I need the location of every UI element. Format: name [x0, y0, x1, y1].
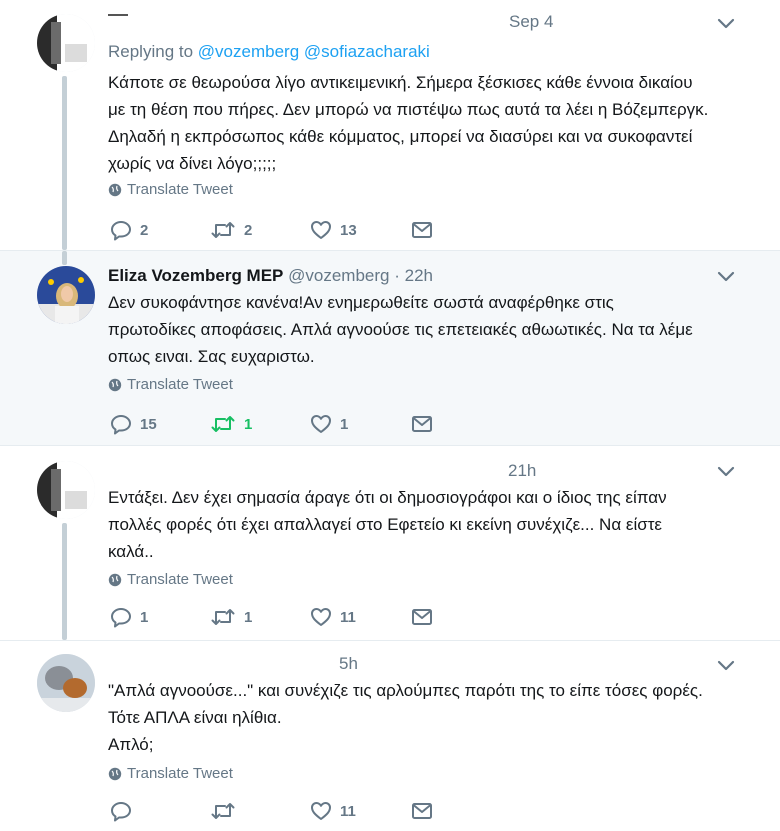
replying-to: Replying to @vozemberg @sofiazacharaki [108, 41, 430, 63]
tweet-actions: 15 1 1 [110, 413, 450, 435]
tweet-time[interactable]: · 22h [394, 266, 433, 285]
chevron-down-icon[interactable] [716, 270, 736, 284]
mention-link[interactable]: @vozemberg [198, 42, 299, 61]
message-icon [412, 803, 432, 819]
tweet-time[interactable]: 21h [508, 461, 536, 481]
globe-icon [108, 767, 122, 780]
like-icon [311, 415, 331, 433]
tweet-3[interactable]: 21h Εντάξει. Δεν έχει σημασία άραγε ότι … [0, 446, 780, 640]
translate-label: Translate Tweet [127, 765, 233, 782]
retweet-button[interactable]: 1 [210, 606, 252, 628]
tweet-1[interactable]: Sep 4 Replying to @vozemberg @sofiazacha… [0, 0, 780, 250]
tweet-text: Κάποτε σε θεωρούσα λίγο αντικειμενική. Σ… [108, 73, 709, 173]
tweet-actions: 2 2 13 [110, 219, 450, 241]
reply-button[interactable]: 1 [110, 606, 148, 628]
tweet-4[interactable]: 5h "Απλά αγνοούσε..." και συνέχιζε τις α… [0, 641, 780, 831]
globe-icon [108, 183, 122, 196]
author-handle[interactable]: @vozemberg [288, 266, 389, 285]
tweet-2[interactable]: Eliza Vozemberg MEP @vozemberg · 22h Δεν… [0, 251, 780, 445]
author-name[interactable]: Eliza Vozemberg MEP [108, 266, 283, 285]
like-count: 11 [340, 802, 356, 820]
reply-icon [111, 608, 131, 628]
tweet-actions: 11 [110, 800, 450, 822]
reply-icon [111, 415, 131, 435]
retweet-count: 2 [244, 221, 253, 239]
avatar[interactable] [37, 14, 95, 72]
tweet-actions: 1 1 11 [110, 606, 450, 628]
translate-label: Translate Tweet [127, 376, 233, 393]
like-button[interactable]: 1 [310, 413, 348, 435]
translate-tweet-link[interactable]: Translate Tweet [108, 376, 233, 393]
translate-tweet-link[interactable]: Translate Tweet [108, 571, 233, 588]
globe-icon [108, 378, 122, 391]
message-icon [412, 222, 432, 238]
retweet-button[interactable]: 1 [210, 413, 252, 435]
retweet-count: 1 [244, 608, 253, 626]
message-button[interactable] [410, 413, 434, 435]
reply-icon [111, 802, 131, 822]
reply-count: 1 [140, 608, 149, 626]
thread-line [62, 523, 67, 640]
avatar[interactable] [37, 461, 95, 519]
retweet-icon [211, 803, 235, 819]
tweet-text: Εντάξει. Δεν έχει σημασία άραγε ότι οι δ… [108, 488, 667, 561]
retweet-icon [211, 222, 235, 238]
tweet-time[interactable]: 5h [339, 654, 358, 674]
retweet-icon [211, 416, 235, 432]
message-icon [412, 416, 432, 432]
thread-line [62, 76, 67, 250]
globe-icon [108, 573, 122, 586]
like-icon [311, 221, 331, 239]
like-icon [311, 608, 331, 626]
like-button[interactable]: 11 [310, 606, 356, 628]
chevron-down-icon[interactable] [716, 659, 736, 673]
retweet-button[interactable]: 2 [210, 219, 252, 241]
like-count: 1 [340, 415, 349, 433]
tweet-header: Eliza Vozemberg MEP @vozemberg · 22h [108, 265, 433, 287]
reply-count: 2 [140, 221, 149, 239]
like-count: 11 [340, 608, 356, 626]
translate-label: Translate Tweet [127, 181, 233, 198]
reply-button[interactable] [110, 800, 140, 822]
translate-label: Translate Tweet [127, 571, 233, 588]
replying-prefix: Replying to [108, 42, 194, 61]
reply-count: 15 [140, 415, 157, 433]
message-button[interactable] [410, 219, 434, 241]
chevron-down-icon[interactable] [716, 465, 736, 479]
message-icon [412, 609, 432, 625]
message-button[interactable] [410, 800, 434, 822]
message-button[interactable] [410, 606, 434, 628]
reply-button[interactable]: 2 [110, 219, 148, 241]
retweet-button[interactable] [210, 800, 244, 822]
reply-icon [111, 221, 131, 241]
tweet-text: "Απλά αγνοούσε..." και συνέχιζε τις αρλο… [108, 681, 703, 754]
chevron-down-icon[interactable] [716, 17, 736, 31]
reply-button[interactable]: 15 [110, 413, 157, 435]
redacted-name [108, 6, 128, 16]
retweet-count: 1 [244, 415, 253, 433]
like-button[interactable]: 13 [310, 219, 357, 241]
mention-link[interactable]: @sofiazacharaki [304, 42, 430, 61]
avatar[interactable] [37, 266, 95, 324]
translate-tweet-link[interactable]: Translate Tweet [108, 181, 233, 198]
like-count: 13 [340, 221, 357, 239]
retweet-icon [211, 609, 235, 625]
translate-tweet-link[interactable]: Translate Tweet [108, 765, 233, 782]
avatar[interactable] [37, 654, 95, 712]
tweet-date[interactable]: Sep 4 [509, 12, 553, 32]
tweet-text: Δεν συκοφάντησε κανένα!Αν ενημερωθείτε σ… [108, 293, 693, 366]
like-icon [311, 802, 331, 820]
like-button[interactable]: 11 [310, 800, 356, 822]
thread-line [62, 251, 67, 265]
